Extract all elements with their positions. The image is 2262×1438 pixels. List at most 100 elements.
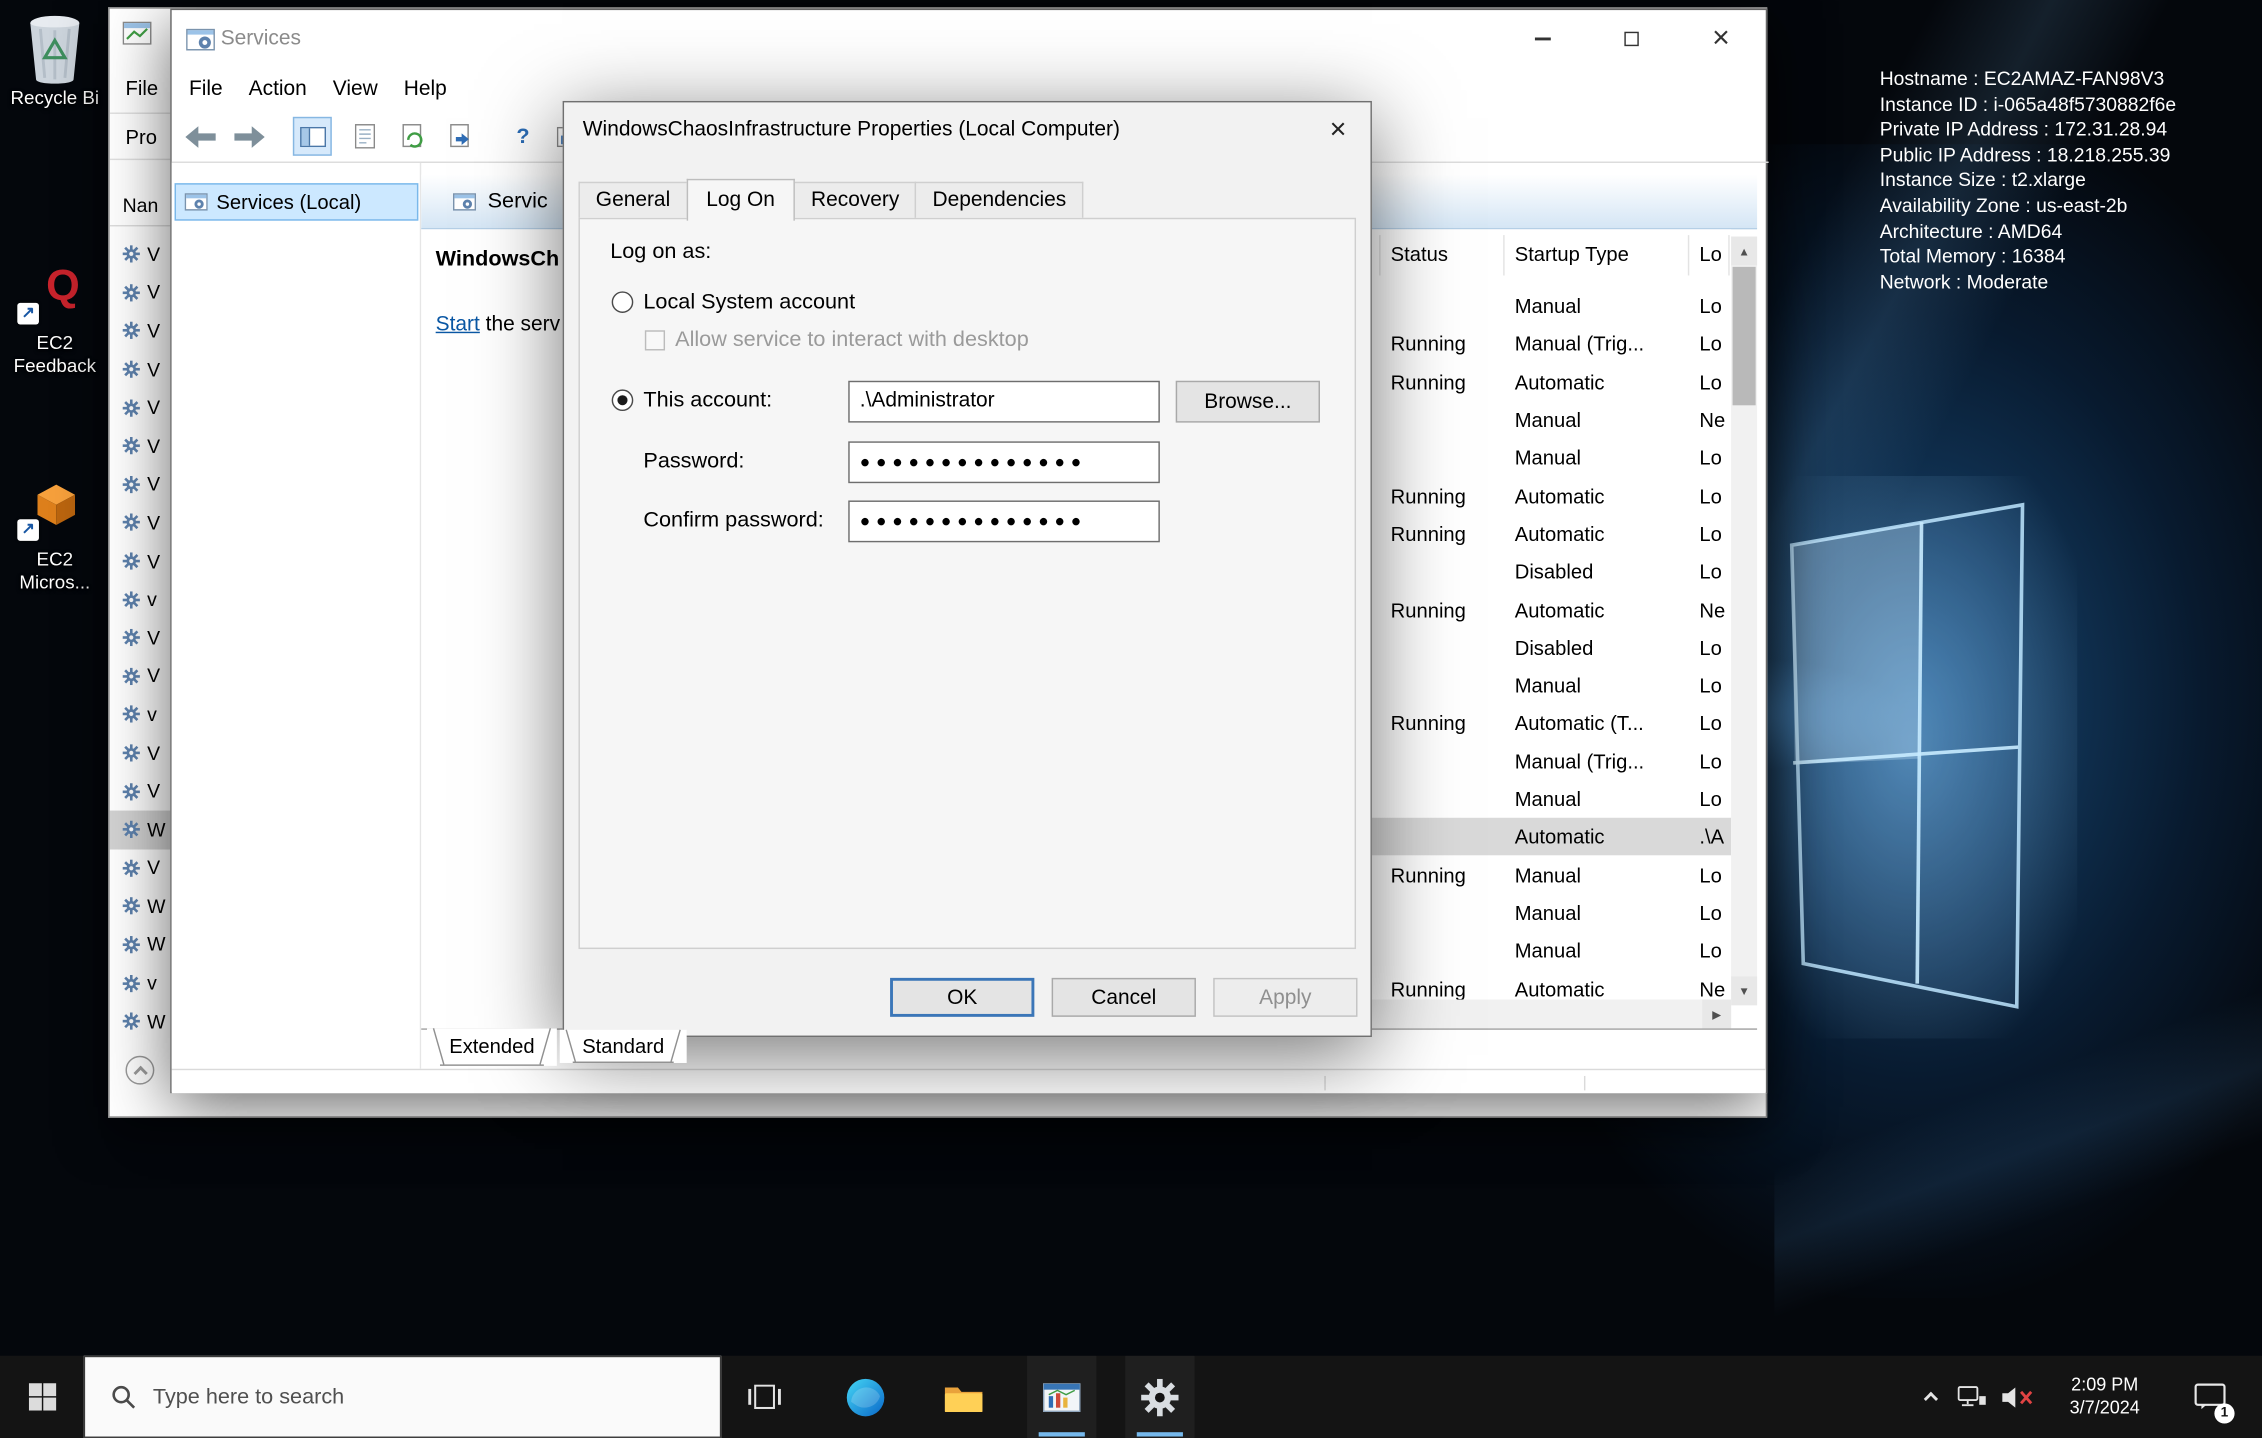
view-tab-extended[interactable]: Extended — [427, 1028, 557, 1065]
forward-button[interactable] — [229, 117, 268, 156]
back-service-row[interactable]: V — [110, 235, 172, 273]
taskbar-search[interactable] — [84, 1356, 722, 1438]
browse-button[interactable]: Browse... — [1176, 381, 1320, 423]
export-list-button[interactable] — [441, 117, 480, 156]
menu-file[interactable]: File — [176, 78, 236, 101]
search-input[interactable] — [153, 1385, 672, 1410]
back-service-row[interactable]: v — [110, 580, 172, 618]
column-header-status[interactable]: Status — [1391, 242, 1448, 265]
back-menu-file[interactable]: File — [126, 76, 159, 99]
back-service-label: W — [147, 1011, 165, 1033]
back-button[interactable] — [180, 117, 219, 156]
console-tree-icon — [299, 126, 325, 146]
vertical-scrollbar[interactable]: ▲ ▼ — [1731, 237, 1757, 1006]
show-console-tree-button[interactable] — [293, 117, 332, 156]
service-startup-cell: Disabled — [1515, 560, 1594, 583]
maximize-button[interactable] — [1587, 10, 1676, 68]
account-input[interactable]: .\Administrator — [848, 381, 1160, 423]
start-service-link[interactable]: Start — [436, 313, 480, 336]
back-service-row[interactable]: V — [110, 504, 172, 542]
password-input[interactable]: ●●●●●●●●●●●●●● — [848, 441, 1160, 483]
column-header-startup-type[interactable]: Startup Type — [1515, 242, 1629, 265]
dialog-tab-general[interactable]: General — [578, 182, 687, 218]
back-service-row[interactable]: V — [110, 542, 172, 580]
scroll-right-button[interactable]: ▶ — [1702, 1000, 1731, 1029]
help-button[interactable]: ? — [503, 117, 542, 156]
back-service-row[interactable]: W — [110, 926, 172, 964]
tray-expand-button[interactable] — [1913, 1356, 1948, 1438]
start-button[interactable] — [0, 1356, 84, 1438]
back-service-row[interactable]: V — [110, 619, 172, 657]
back-service-row[interactable]: V — [110, 389, 172, 427]
this-account-radio[interactable] — [612, 389, 634, 411]
back-service-list: VVVVVVVVVvVVvVVWVWWvW — [110, 235, 172, 1040]
task-view-icon — [747, 1385, 782, 1410]
back-service-row[interactable]: V — [110, 734, 172, 772]
back-service-row[interactable]: W — [110, 810, 172, 848]
back-toolbar-label[interactable]: Pro — [126, 125, 157, 148]
network-tray-button[interactable] — [1950, 1356, 1993, 1438]
desktop-icon-recycle-bin[interactable]: Recycle Bi — [0, 12, 110, 110]
view-tab-standard[interactable]: Standard — [560, 1030, 687, 1063]
dialog-tab-log-on[interactable]: Log On — [686, 179, 795, 221]
dialog-tab-recovery[interactable]: Recovery — [794, 182, 917, 218]
tree-item-services-local[interactable]: Services (Local) — [175, 183, 419, 220]
back-service-row[interactable]: V — [110, 657, 172, 695]
file-explorer-button[interactable] — [929, 1356, 998, 1438]
start-icon — [28, 1383, 55, 1410]
cancel-button[interactable]: Cancel — [1052, 978, 1196, 1017]
system-info-line: Private IP Address : 172.31.28.94 — [1880, 117, 2176, 142]
back-service-row[interactable]: V — [110, 312, 172, 350]
collapse-button[interactable] — [126, 1056, 155, 1085]
action-center-button[interactable]: 1 — [2178, 1356, 2241, 1438]
scroll-down-button[interactable]: ▼ — [1731, 976, 1757, 1005]
back-service-row[interactable]: V — [110, 772, 172, 810]
back-service-row[interactable]: W — [110, 887, 172, 925]
gear-icon — [123, 1013, 140, 1030]
back-service-row[interactable]: V — [110, 849, 172, 887]
dialog-title: WindowsChaosInfrastructure Properties (L… — [583, 118, 1120, 141]
system-info-line: Availability Zone : us-east-2b — [1880, 193, 2176, 218]
service-startup-cell: Manual (Trig... — [1515, 750, 1644, 773]
column-header-log-on-as[interactable]: Lo — [1699, 242, 1721, 265]
console-app-button[interactable] — [1027, 1356, 1096, 1438]
back-service-row[interactable]: V — [110, 273, 172, 311]
confirm-password-input[interactable]: ●●●●●●●●●●●●●● — [848, 500, 1160, 542]
services-app-button[interactable] — [1125, 1356, 1194, 1438]
tree-item-label: Services (Local) — [216, 190, 361, 213]
properties-button[interactable] — [345, 117, 384, 156]
back-service-row[interactable]: v — [110, 964, 172, 1002]
scroll-up-button[interactable]: ▲ — [1731, 237, 1757, 266]
edge-button[interactable] — [831, 1356, 900, 1438]
menu-help[interactable]: Help — [391, 78, 460, 101]
network-icon — [1958, 1385, 1987, 1408]
menu-view[interactable]: View — [320, 78, 391, 101]
back-service-row[interactable]: V — [110, 465, 172, 503]
menu-action[interactable]: Action — [236, 78, 320, 101]
taskbar-clock[interactable]: 2:09 PM 3/7/2024 — [2048, 1356, 2161, 1438]
service-logon-cell: .\A — [1699, 825, 1724, 848]
local-system-radio[interactable] — [612, 291, 634, 313]
back-column-header-name[interactable]: Nan — [123, 195, 159, 217]
refresh-button[interactable] — [394, 117, 433, 156]
task-view-button[interactable] — [730, 1356, 799, 1438]
back-service-row[interactable]: V — [110, 427, 172, 465]
minimize-button[interactable] — [1497, 10, 1586, 68]
view-tab-label: Standard — [582, 1034, 664, 1057]
desktop-icon-ec2-feedback[interactable]: Q ↗ EC2 Feedback — [0, 262, 110, 377]
gear-icon — [123, 668, 140, 685]
close-button[interactable]: × — [1676, 10, 1765, 68]
recycle-bin-icon — [23, 12, 86, 87]
scrollbar-thumb[interactable] — [1733, 267, 1756, 405]
log-on-tab-page: Log on as: Local System account Allow se… — [578, 218, 1356, 949]
back-service-row[interactable]: v — [110, 695, 172, 733]
dialog-close-button[interactable]: × — [1306, 102, 1371, 157]
desktop-icon-ec2-microsoft[interactable]: ↗ EC2 Micros... — [0, 479, 110, 594]
volume-tray-button[interactable] — [1994, 1356, 2043, 1438]
service-startup-cell: Automatic — [1515, 598, 1605, 621]
dialog-tab-dependencies[interactable]: Dependencies — [915, 182, 1083, 218]
back-service-row[interactable]: V — [110, 350, 172, 388]
back-service-row[interactable]: W — [110, 1002, 172, 1040]
ok-button[interactable]: OK — [890, 978, 1034, 1017]
taskbar: 2:09 PM 3/7/2024 1 — [0, 1356, 2262, 1438]
